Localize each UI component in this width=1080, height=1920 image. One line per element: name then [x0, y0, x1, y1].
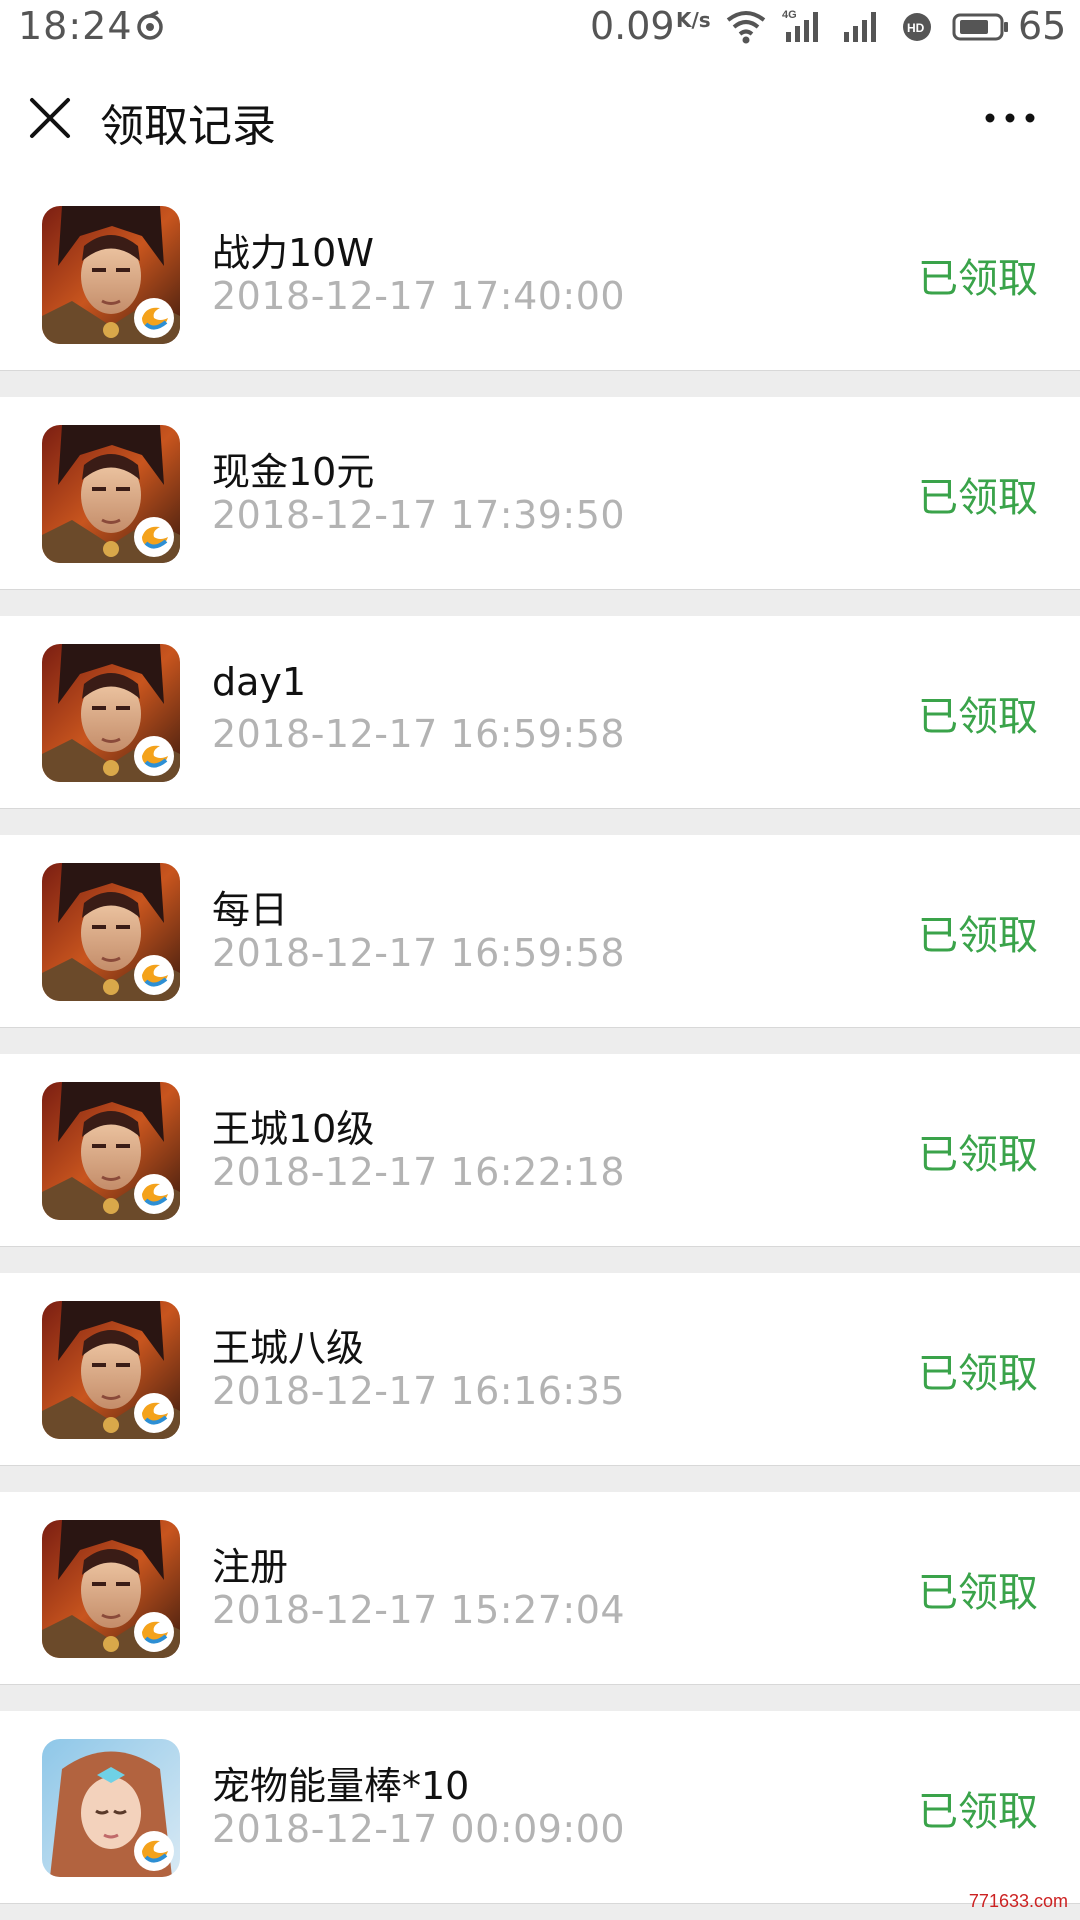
svg-text:HD: HD	[907, 21, 925, 35]
close-button[interactable]	[28, 96, 72, 140]
record-row[interactable]: 现金10元 2018-12-17 17:39:50 已领取	[0, 397, 1080, 590]
record-row[interactable]: 王城八级 2018-12-17 16:16:35 已领取	[0, 1273, 1080, 1466]
record-status: 已领取	[918, 1570, 1038, 1616]
game-warrior-icon	[42, 425, 180, 563]
record-time: 2018-12-17 16:59:58	[212, 712, 626, 756]
record-title: 战力10W	[212, 231, 374, 275]
game-warrior-icon	[42, 1082, 180, 1220]
more-dots-icon	[985, 113, 1035, 123]
record-row[interactable]: day1 2018-12-17 16:59:58 已领取	[0, 616, 1080, 809]
net-speed: 0.09	[590, 4, 675, 48]
wifi-icon	[726, 10, 766, 48]
status-time: 18:24	[18, 4, 133, 48]
signal-icon	[842, 8, 882, 48]
record-time: 2018-12-17 17:39:50	[212, 493, 626, 537]
app-notification-icon	[134, 10, 166, 46]
record-row[interactable]: 每日 2018-12-17 16:59:58 已领取	[0, 835, 1080, 1028]
page-title: 领取记录	[100, 101, 276, 152]
game-warrior-icon	[42, 863, 180, 1001]
record-row[interactable]: 战力10W 2018-12-17 17:40:00 已领取	[0, 178, 1080, 371]
screen: 18:24 0.09 K/s 4G HD 65 领取记录 战力10W 2018-…	[0, 0, 1080, 1920]
more-button[interactable]	[980, 106, 1040, 130]
game-warrior-icon	[42, 644, 180, 782]
battery-icon	[952, 12, 1010, 46]
record-status: 已领取	[918, 913, 1038, 959]
game-warrior-icon	[42, 206, 180, 344]
record-title: 现金10元	[212, 450, 375, 494]
watermark: 771633.com	[968, 1891, 1068, 1911]
record-title: day1	[212, 660, 307, 704]
game-warrior-icon	[42, 1301, 180, 1439]
record-row[interactable]: 注册 2018-12-17 15:27:04 已领取	[0, 1492, 1080, 1685]
record-status: 已领取	[918, 256, 1038, 302]
close-icon	[30, 98, 70, 138]
net-speed-unit: K/s	[676, 8, 711, 32]
record-status: 已领取	[918, 1132, 1038, 1178]
record-title: 王城10级	[212, 1107, 375, 1151]
record-list: 战力10W 2018-12-17 17:40:00 已领取 现金10元 2018-12…	[0, 178, 1080, 1920]
record-time: 2018-12-17 16:59:58	[212, 931, 626, 975]
record-time: 2018-12-17 00:09:00	[212, 1807, 626, 1851]
record-time: 2018-12-17 16:22:18	[212, 1150, 626, 1194]
hd-voice-icon: HD	[902, 12, 932, 46]
record-time: 2018-12-17 16:16:35	[212, 1369, 626, 1413]
record-row[interactable]: 王城10级 2018-12-17 16:22:18 已领取	[0, 1054, 1080, 1247]
record-status: 已领取	[918, 475, 1038, 521]
record-title: 王城八级	[212, 1326, 365, 1370]
battery-level: 65	[1018, 4, 1067, 48]
record-status: 已领取	[918, 1789, 1038, 1835]
nav-bar: 领取记录	[0, 56, 1080, 179]
record-title: 每日	[212, 888, 289, 932]
game-warrior-icon	[42, 1520, 180, 1658]
record-title: 宠物能量棒*10	[212, 1764, 470, 1808]
record-title: 注册	[212, 1545, 289, 1589]
game-fairy-icon	[42, 1739, 180, 1877]
record-time: 2018-12-17 15:27:04	[212, 1588, 626, 1632]
record-row[interactable]: 宠物能量棒*10 2018-12-17 00:09:00 已领取	[0, 1711, 1080, 1904]
svg-text:4G: 4G	[782, 9, 797, 21]
status-bar: 18:24 0.09 K/s 4G HD 65	[0, 0, 1080, 56]
record-status: 已领取	[918, 1351, 1038, 1397]
record-time: 2018-12-17 17:40:00	[212, 274, 626, 318]
signal-4g-icon: 4G	[782, 8, 828, 48]
record-status: 已领取	[918, 694, 1038, 740]
